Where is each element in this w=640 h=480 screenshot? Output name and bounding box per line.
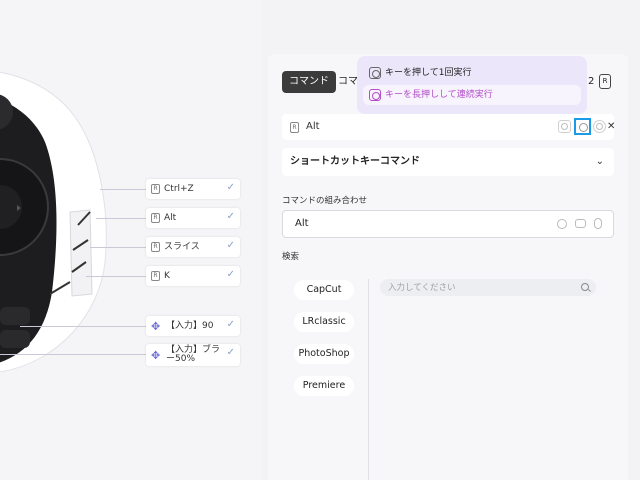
clear-icon[interactable]: [557, 219, 567, 229]
leader-line: [86, 276, 146, 277]
binding-item[interactable]: R Alt ✓: [146, 208, 240, 228]
key-icon: R: [599, 74, 611, 89]
check-icon: ✓: [226, 240, 235, 251]
key-icon: R: [151, 242, 160, 252]
combo-field[interactable]: Alt: [282, 210, 614, 238]
key-icon: R: [151, 213, 160, 223]
app-item-photoshop[interactable]: PhotoShop: [294, 344, 354, 364]
check-icon: ✓: [226, 211, 235, 222]
close-icon[interactable]: ✕: [607, 119, 615, 135]
binding-item[interactable]: R K ✓: [146, 266, 240, 286]
leader-line: [0, 354, 146, 355]
binding-item[interactable]: R スライス ✓: [146, 237, 240, 257]
app-list: CapCut LRclassic PhotoShop Premiere: [282, 272, 370, 480]
mode-popup: キーを押して1回実行 キーを長押しして連続実行: [357, 56, 587, 114]
command-panel: コマンド コマ 2 R R Alt ✕ ショートカットキーコマンド ⌄ コマンド…: [268, 54, 628, 480]
divider: [368, 279, 369, 480]
check-icon: ✓: [226, 182, 235, 193]
search-box: [380, 279, 596, 296]
command-type-dropdown[interactable]: ショートカットキーコマンド ⌄: [282, 148, 614, 176]
dpad-icon: ✥: [151, 319, 161, 333]
dpad-icon: ✥: [151, 348, 161, 362]
key-icon: R: [290, 122, 299, 133]
mode-press-icon[interactable]: [574, 118, 591, 135]
chevron-down-icon: ⌄: [595, 156, 604, 167]
app-item-capcut[interactable]: CapCut: [294, 280, 354, 300]
popup-option-hold-repeat[interactable]: キーを長押しして連続実行: [363, 85, 581, 105]
popup-option-label: キーを長押しして連続実行: [385, 90, 493, 100]
popup-option-press-once[interactable]: キーを押して1回実行: [363, 63, 581, 83]
binding-label: Alt: [164, 212, 177, 223]
leader-line: [20, 326, 146, 327]
binding-label: 【入力】ブラー50%: [166, 345, 221, 364]
binding-label: スライス: [164, 241, 200, 252]
binding-label: 【入力】90: [166, 320, 214, 331]
combo-value: Alt: [295, 218, 309, 229]
search-icon[interactable]: [581, 283, 589, 291]
binding-label: Ctrl+Z: [164, 183, 194, 194]
search-title: 検索: [282, 252, 300, 262]
leader-line: [96, 218, 146, 219]
app-item-premiere[interactable]: Premiere: [294, 376, 354, 396]
mode-toggle-icon[interactable]: [593, 120, 606, 133]
combo-title: コマンドの組み合わせ: [282, 196, 368, 206]
tab-command[interactable]: コマンド: [282, 71, 336, 93]
app-item-lrclassic[interactable]: LRclassic: [294, 312, 354, 332]
hold-icon: [369, 89, 381, 101]
check-icon: ✓: [226, 269, 235, 280]
dropdown-label: ショートカットキーコマンド: [290, 156, 420, 167]
check-icon: ✓: [226, 319, 235, 330]
page-number: 2: [588, 76, 595, 87]
key-label: Alt: [306, 121, 320, 132]
press-icon: [369, 67, 381, 79]
mode-hold-icon[interactable]: [558, 120, 571, 133]
key-row: R Alt ✕: [282, 114, 615, 140]
binding-item[interactable]: R Ctrl+Z ✓: [146, 179, 240, 199]
popup-option-label: キーを押して1回実行: [385, 68, 472, 78]
binding-label: K: [164, 270, 170, 281]
binding-item[interactable]: ✥ 【入力】90 ✓: [146, 316, 240, 336]
binding-item[interactable]: ✥ 【入力】ブラー50% ✓: [146, 344, 240, 366]
key-icon: R: [151, 184, 160, 194]
leader-line: [90, 247, 146, 248]
keyboard-icon[interactable]: [575, 219, 586, 228]
search-input[interactable]: [388, 279, 568, 296]
mouse-icon[interactable]: [594, 218, 602, 229]
tab-command-2[interactable]: コマ: [338, 71, 358, 93]
device-preview: R Ctrl+Z ✓ R Alt ✓ R スライス ✓ R K ✓ ✥ 【入力】…: [0, 0, 262, 480]
key-icon: R: [151, 271, 160, 281]
leader-line: [100, 189, 146, 190]
check-icon: ✓: [226, 347, 235, 358]
